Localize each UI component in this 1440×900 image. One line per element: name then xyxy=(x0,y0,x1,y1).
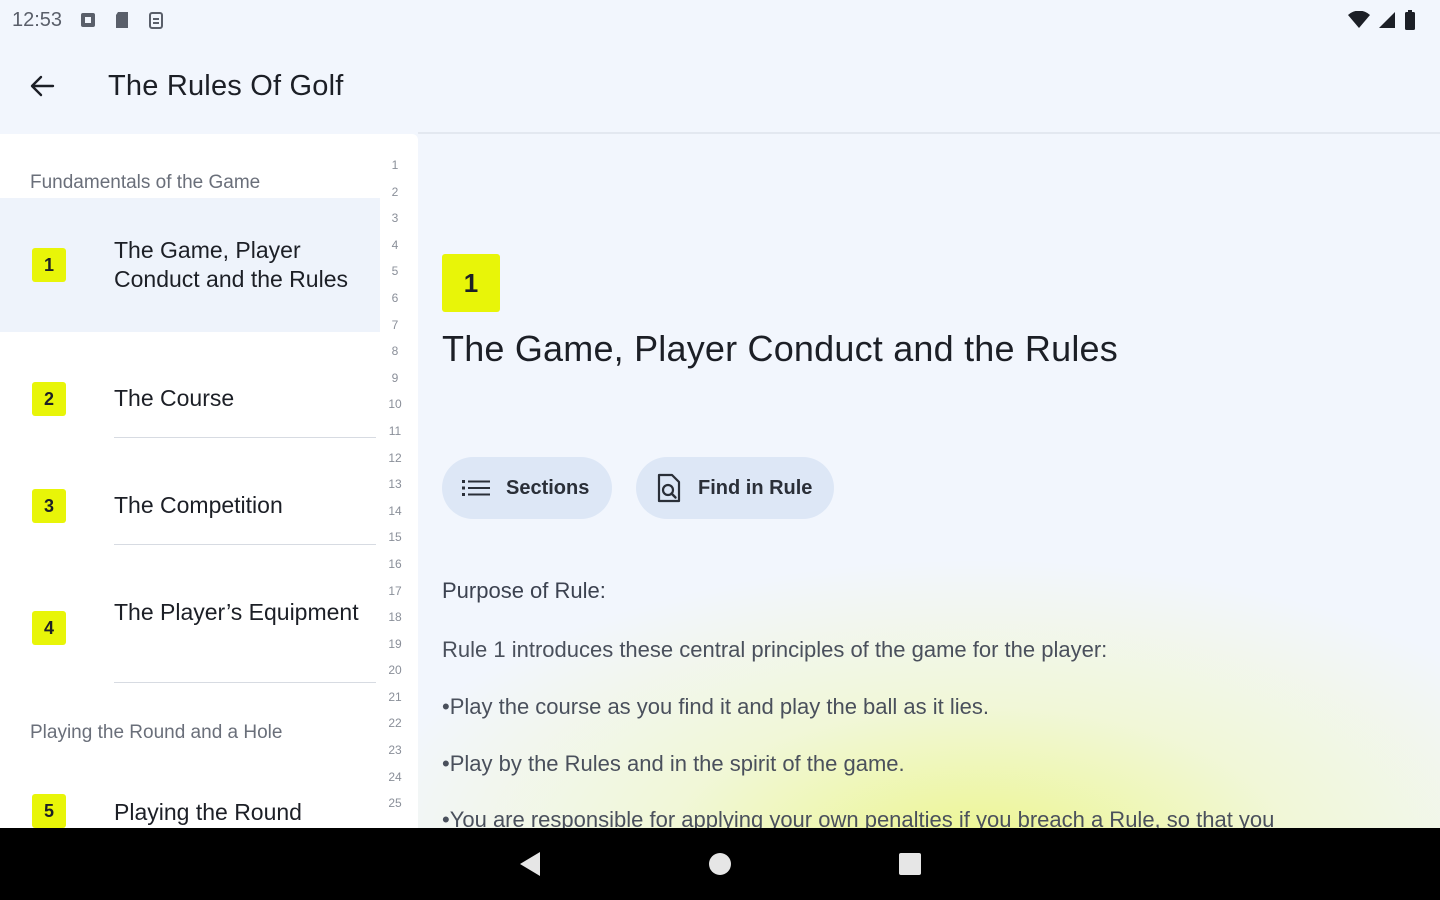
battery-icon xyxy=(1404,10,1416,30)
line-number[interactable]: 4 xyxy=(380,232,410,259)
rule-paragraph: •Play the course as you find it and play… xyxy=(442,694,990,719)
sidebar-item-rule-2[interactable]: 2 The Course xyxy=(0,332,380,438)
rule-paragraph: •Play by the Rules and in the spirit of … xyxy=(442,751,905,776)
signal-icon xyxy=(1378,11,1396,29)
line-number[interactable]: 2 xyxy=(380,179,410,206)
find-in-rule-label: Find in Rule xyxy=(698,476,813,499)
status-left: 12:53 xyxy=(12,9,164,32)
line-number[interactable]: 13 xyxy=(380,471,410,498)
line-number[interactable]: 10 xyxy=(380,391,410,418)
line-number[interactable]: 17 xyxy=(380,578,410,605)
line-number-scrubber[interactable]: 1 2 3 4 5 6 7 8 9 10 11 12 13 14 15 16 17 18 19 20 21 22 23 24 2… xyxy=(380,152,410,817)
rule-label: The Game, Player Conduct and the Rules xyxy=(114,237,348,292)
line-number[interactable]: 14 xyxy=(380,498,410,525)
sidebar-item-rule-1[interactable]: 1 The Game, Player Conduct and the Rules xyxy=(0,198,380,332)
square-recents-icon xyxy=(899,853,921,875)
circle-home-icon xyxy=(709,853,731,875)
clipboard-icon xyxy=(148,11,164,29)
line-number[interactable]: 8 xyxy=(380,338,410,365)
line-number[interactable]: 19 xyxy=(380,631,410,658)
line-number[interactable]: 7 xyxy=(380,312,410,339)
nav-home-button[interactable] xyxy=(700,844,740,884)
line-number[interactable]: 3 xyxy=(380,205,410,232)
rule-number-badge: 1 xyxy=(32,248,66,282)
nav-recents-button[interactable] xyxy=(890,844,930,884)
sd-card-icon xyxy=(114,11,130,29)
line-number[interactable]: 12 xyxy=(380,445,410,472)
rule-divider xyxy=(114,682,376,683)
rule-label: The Course xyxy=(114,385,235,411)
back-button[interactable] xyxy=(10,54,74,118)
page-title: The Rules Of Golf xyxy=(108,69,344,102)
status-time: 12:53 xyxy=(12,8,63,31)
line-number[interactable]: 21 xyxy=(380,684,410,711)
system-navigation-bar xyxy=(0,828,1440,900)
rule-number-badge: 4 xyxy=(32,611,66,645)
section-header-playing-round: Playing the Round and a Hole xyxy=(30,722,283,743)
status-right xyxy=(1348,10,1416,30)
line-number[interactable]: 23 xyxy=(380,737,410,764)
line-number[interactable]: 24 xyxy=(380,764,410,791)
app-bar: The Rules Of Golf xyxy=(0,40,1440,132)
rule-number-badge-large: 1 xyxy=(442,254,500,312)
line-number[interactable]: 25 xyxy=(380,790,410,817)
sidebar-item-rule-4[interactable]: 4 The Player’s Equipment xyxy=(0,545,380,683)
line-number[interactable]: 9 xyxy=(380,365,410,392)
arrow-back-icon xyxy=(30,75,55,97)
line-number[interactable]: 11 xyxy=(380,418,410,445)
line-number[interactable]: 22 xyxy=(380,710,410,737)
rule-label: The Competition xyxy=(114,492,283,518)
section-header-fundamentals: Fundamentals of the Game xyxy=(30,172,261,193)
rule-content: 1 The Game, Player Conduct and the Rules… xyxy=(418,134,1440,828)
rule-label: Playing the Round xyxy=(114,799,302,825)
sections-button[interactable]: Sections xyxy=(442,457,612,519)
line-number[interactable]: 16 xyxy=(380,551,410,578)
rule-number-badge: 3 xyxy=(32,489,66,523)
rules-sidebar[interactable]: Fundamentals of the Game 1 The Game, Pla… xyxy=(0,134,418,828)
line-number[interactable]: 18 xyxy=(380,604,410,631)
find-in-page-icon xyxy=(657,473,681,503)
notification-icon xyxy=(80,12,96,28)
line-number[interactable]: 15 xyxy=(380,524,410,551)
rule-number-badge: 5 xyxy=(32,794,66,828)
sections-label: Sections xyxy=(506,476,590,499)
line-number[interactable]: 6 xyxy=(380,285,410,312)
rule-title: The Game, Player Conduct and the Rules xyxy=(442,328,1118,369)
rule-paragraph: Rule 1 introduces these central principl… xyxy=(442,637,1108,662)
rule-paragraph: •You are responsible for applying your o… xyxy=(442,807,1275,828)
nav-back-button[interactable] xyxy=(510,844,550,884)
status-bar: 12:53 xyxy=(0,0,1440,40)
rule-number-badge: 2 xyxy=(32,382,66,416)
line-number[interactable]: 20 xyxy=(380,657,410,684)
find-in-rule-button[interactable]: Find in Rule xyxy=(636,457,834,519)
wifi-icon xyxy=(1348,11,1370,29)
list-icon xyxy=(462,480,490,496)
sidebar-item-rule-5[interactable]: 5 Playing the Round xyxy=(0,764,380,828)
line-number[interactable]: 5 xyxy=(380,258,410,285)
sidebar-item-rule-3[interactable]: 3 The Competition xyxy=(0,438,380,544)
triangle-back-icon xyxy=(520,852,540,876)
purpose-heading: Purpose of Rule: xyxy=(442,578,606,603)
line-number[interactable]: 1 xyxy=(380,152,410,179)
rule-label: The Player’s Equipment xyxy=(114,599,359,625)
